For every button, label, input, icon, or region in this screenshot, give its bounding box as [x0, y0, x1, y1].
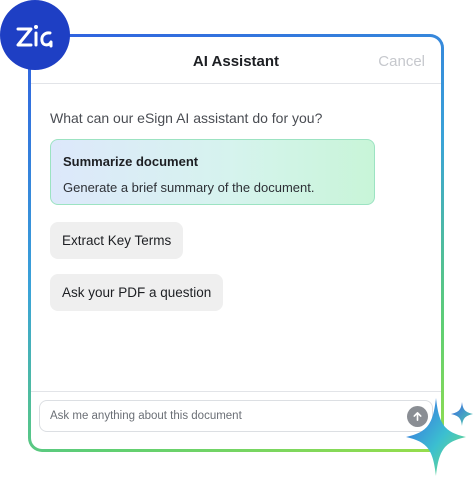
option-title: Summarize document [63, 154, 199, 169]
option-description: Generate a brief summary of the document… [63, 180, 315, 195]
panel-header: AI Assistant Cancel [31, 37, 441, 84]
input-placeholder: Ask me anything about this document [50, 410, 242, 422]
input-area: Ask me anything about this document [31, 391, 441, 449]
assistant-prompt: What can our eSign AI assistant do for y… [50, 110, 323, 126]
ai-assistant-panel: AI Assistant Cancel What can our eSign A… [28, 34, 444, 452]
ask-input[interactable]: Ask me anything about this document [39, 400, 433, 432]
zia-logo [0, 0, 70, 70]
sparkle-small-icon [451, 402, 473, 426]
cancel-button[interactable]: Cancel [378, 53, 425, 70]
extract-key-terms-option[interactable]: Extract Key Terms [50, 222, 184, 259]
summarize-document-option[interactable]: Summarize document Generate a brief summ… [50, 139, 375, 205]
ask-pdf-question-option[interactable]: Ask your PDF a question [50, 274, 224, 311]
zia-logo-icon [16, 25, 53, 48]
